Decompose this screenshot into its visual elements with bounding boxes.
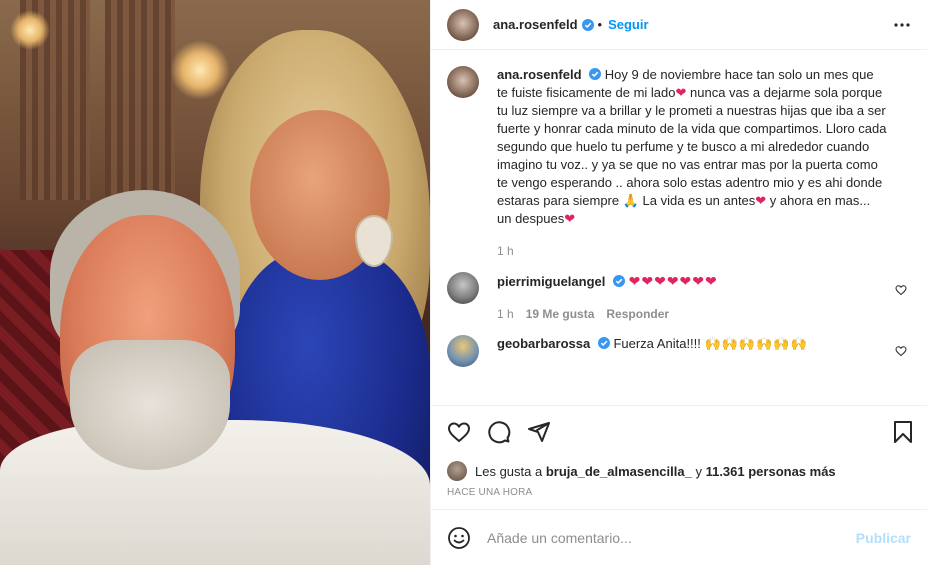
post-timestamp[interactable]: HACE UNA HORA	[431, 485, 927, 509]
follow-button[interactable]: Seguir	[608, 17, 648, 32]
comment-item: pierrimiguelangel ❤❤❤❤❤❤❤ 1 h 19 Me gust…	[447, 272, 911, 321]
more-options-icon[interactable]	[893, 17, 911, 33]
caption: ana.rosenfeld Hoy 9 de noviembre hace ta…	[447, 66, 911, 258]
verified-badge-icon	[613, 275, 625, 287]
heart-emoji: ❤	[675, 85, 687, 100]
likes-count-link[interactable]: 11.361 personas más	[706, 464, 836, 479]
add-comment-bar: Publicar	[431, 509, 927, 565]
comment-icon[interactable]	[487, 420, 511, 444]
instagram-post-dialog: ana.rosenfeld • Seguir ana.rosenfeld Hoy…	[0, 0, 927, 565]
verified-badge-icon	[589, 68, 602, 80]
liker-avatar[interactable]	[447, 461, 467, 481]
comment-timestamp[interactable]: 1 h	[497, 307, 514, 321]
comment-input[interactable]	[487, 529, 856, 546]
commenter-avatar[interactable]	[447, 335, 479, 367]
commenter-avatar[interactable]	[447, 272, 479, 304]
verified-badge-icon	[597, 337, 610, 349]
post-side-panel: ana.rosenfeld • Seguir ana.rosenfeld Hoy…	[430, 0, 927, 565]
verified-badge-icon	[581, 18, 594, 31]
liker-username[interactable]: bruja_de_almasencilla_	[546, 464, 692, 479]
bookmark-icon[interactable]	[891, 420, 915, 444]
action-bar	[431, 405, 927, 457]
comment-likes-count[interactable]: 19 Me gusta	[526, 307, 595, 321]
comments-list[interactable]: ana.rosenfeld Hoy 9 de noviembre hace ta…	[431, 50, 927, 405]
comment-heart-icon[interactable]	[895, 345, 907, 357]
post-photo[interactable]	[0, 0, 430, 565]
publish-button[interactable]: Publicar	[856, 530, 911, 546]
caption-timestamp[interactable]: 1 h	[497, 244, 514, 258]
post-header: ana.rosenfeld • Seguir	[431, 0, 927, 50]
heart-emoji: ❤	[564, 211, 576, 226]
share-icon[interactable]	[527, 420, 551, 444]
caption-author-avatar[interactable]	[447, 66, 479, 98]
author-avatar[interactable]	[447, 8, 479, 41]
comment-item: geobarbarossa Fuerza Anita!!!! 🙌🙌🙌🙌🙌🙌	[447, 335, 911, 367]
caption-username[interactable]: ana.rosenfeld	[497, 67, 582, 82]
likes-summary: Les gusta a bruja_de_almasencilla_ y 11.…	[431, 457, 927, 485]
comment-heart-icon[interactable]	[895, 284, 907, 296]
smile-icon[interactable]	[447, 526, 471, 550]
author-username[interactable]: ana.rosenfeld	[493, 17, 578, 32]
pray-emoji: 🙏	[622, 193, 639, 208]
heart-icon[interactable]	[447, 420, 471, 444]
reply-button[interactable]: Responder	[606, 307, 669, 321]
commenter-username[interactable]: geobarbarossa	[497, 336, 590, 351]
commenter-username[interactable]: pierrimiguelangel	[497, 274, 605, 289]
heart-emoji: ❤	[755, 193, 767, 208]
comment-text: ❤❤❤❤❤❤❤	[628, 273, 718, 289]
caption-text: ana.rosenfeld Hoy 9 de noviembre hace ta…	[497, 67, 887, 226]
raised-hands-emoji: 🙌🙌🙌🙌🙌🙌	[704, 336, 808, 351]
comment-text: Fuerza Anita!!!!	[613, 336, 701, 351]
header-separator: •	[597, 17, 603, 32]
